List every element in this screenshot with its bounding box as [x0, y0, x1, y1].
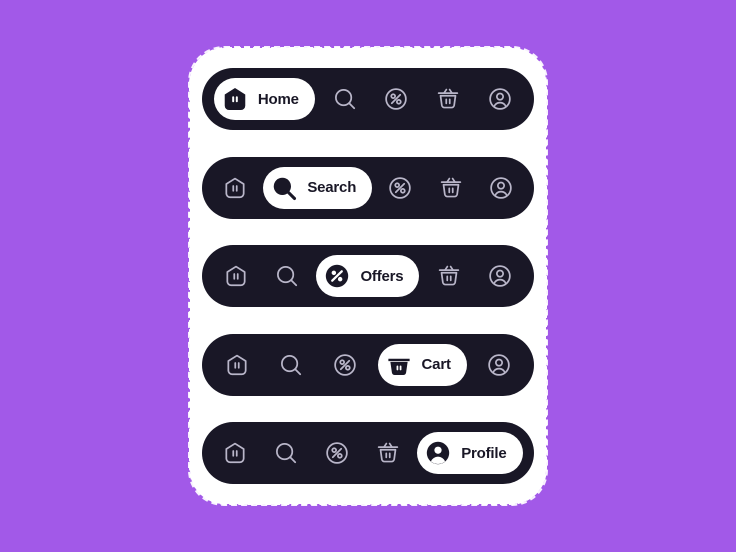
nav-item-search[interactable]	[264, 432, 308, 474]
nav-item-search[interactable]	[269, 344, 313, 386]
nav-item-label: Offers	[360, 267, 404, 285]
nav-item-profile[interactable]	[479, 167, 523, 209]
nav-item-cart[interactable]	[366, 432, 410, 474]
nav-item-profile[interactable]	[478, 78, 522, 120]
basket-icon	[373, 438, 403, 468]
nav-item-offers[interactable]	[374, 78, 418, 120]
navbar-offers-active: Offers	[202, 245, 534, 307]
nav-item-home[interactable]	[214, 255, 258, 297]
percent-circle-icon	[330, 350, 360, 380]
nav-item-offers[interactable]	[378, 167, 422, 209]
nav-item-home[interactable]	[213, 167, 257, 209]
nav-item-profile[interactable]	[477, 344, 521, 386]
percent-circle-icon	[322, 261, 352, 291]
navbar-search-active: Search	[202, 156, 534, 219]
nav-item-label: Profile	[461, 444, 507, 462]
percent-circle-icon	[385, 173, 415, 203]
percent-circle-icon	[322, 438, 352, 468]
navbar-cart-active: Cart	[202, 333, 534, 396]
nav-item-search[interactable]	[265, 255, 309, 297]
home-icon	[220, 84, 250, 114]
nav-item-home[interactable]	[213, 432, 257, 474]
nav-item-label: Cart	[421, 356, 451, 373]
nav-item-cart-active[interactable]: Cart	[377, 343, 467, 386]
nav-states-card: Home Search Offers Cart Profile	[188, 46, 548, 506]
search-icon	[276, 350, 306, 380]
search-icon	[330, 84, 360, 114]
person-circle-icon	[486, 173, 516, 203]
nav-item-offers[interactable]	[323, 344, 367, 386]
nav-item-offers-active[interactable]: Offers	[316, 255, 420, 297]
search-icon	[272, 261, 302, 291]
person-circle-icon	[484, 350, 514, 380]
nav-item-label: Home	[257, 90, 299, 108]
person-circle-icon	[485, 261, 515, 291]
home-icon	[220, 173, 250, 203]
search-icon	[269, 173, 299, 203]
nav-item-profile[interactable]	[478, 255, 522, 297]
nav-item-cart[interactable]	[429, 167, 473, 209]
basket-icon	[433, 84, 463, 114]
percent-circle-icon	[381, 84, 411, 114]
nav-item-profile-active[interactable]: Profile	[417, 432, 523, 474]
nav-item-label: Search	[307, 179, 357, 196]
person-circle-icon	[423, 438, 453, 468]
basket-icon	[434, 261, 464, 291]
navbar-profile-active: Profile	[202, 422, 534, 484]
basket-icon	[436, 173, 466, 203]
search-icon	[271, 438, 301, 468]
home-icon	[220, 438, 250, 468]
home-icon	[222, 350, 252, 380]
nav-item-home-active[interactable]: Home	[213, 78, 315, 120]
nav-item-search-active[interactable]: Search	[263, 166, 373, 209]
basket-icon	[384, 350, 414, 380]
home-icon	[221, 261, 251, 291]
nav-item-home[interactable]	[215, 344, 259, 386]
person-circle-icon	[485, 84, 515, 114]
nav-item-cart[interactable]	[426, 78, 470, 120]
nav-item-search[interactable]	[323, 78, 367, 120]
nav-item-offers[interactable]	[315, 432, 359, 474]
nav-item-cart[interactable]	[427, 255, 471, 297]
navbar-home-active: Home	[202, 68, 534, 130]
